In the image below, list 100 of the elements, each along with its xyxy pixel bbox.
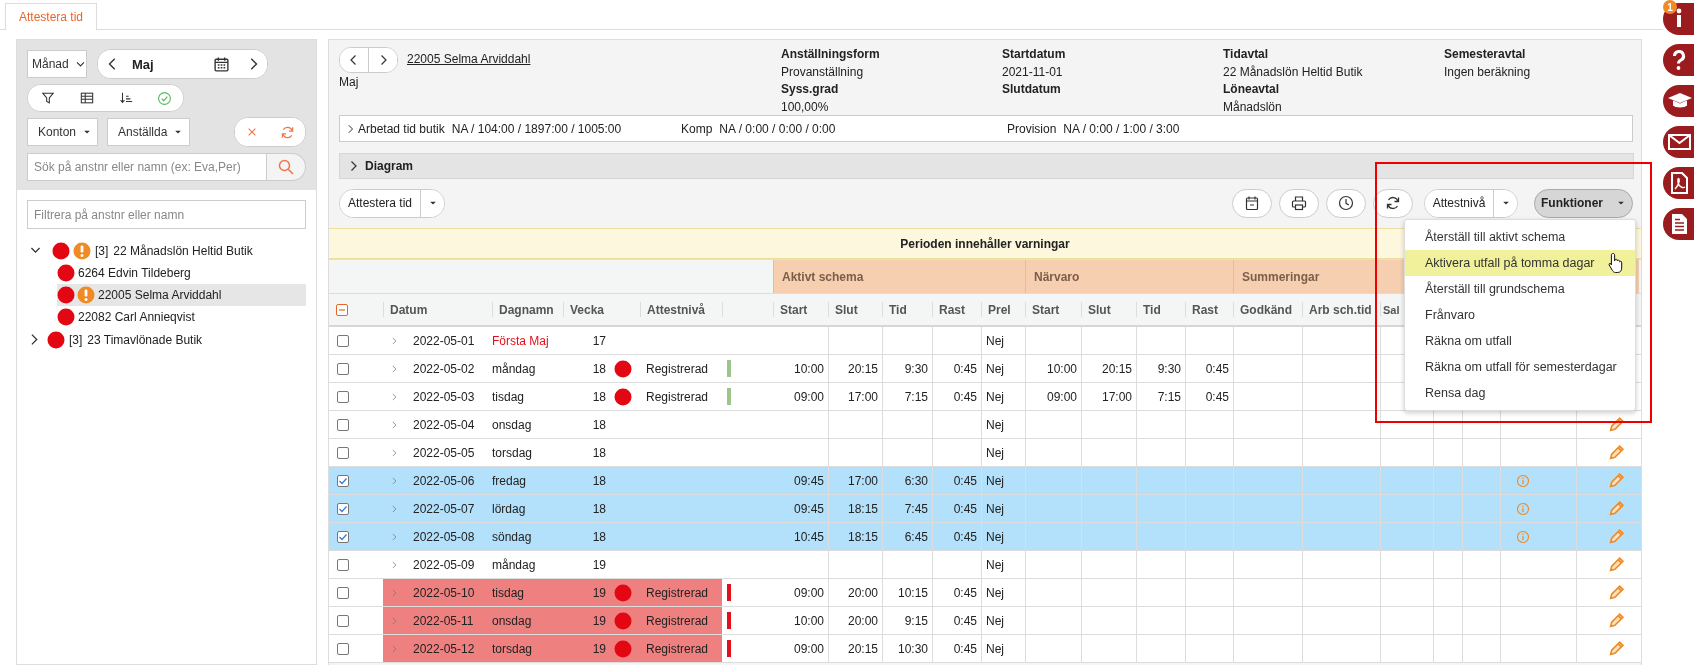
table-cell: 10:45: [793, 529, 824, 544]
notification-badge: 1: [1663, 0, 1677, 14]
column-header[interactable]: Prel: [981, 302, 1025, 317]
employees-dropdown[interactable]: Anställda: [107, 118, 190, 146]
table-cell: 17: [592, 333, 606, 348]
summary-value: NA / 0:00 / 1:00 / 3:00: [1063, 121, 1180, 136]
diagram-header[interactable]: Diagram: [347, 159, 414, 173]
table-cell: Nej: [986, 445, 1004, 460]
summary-label: Provision: [1007, 121, 1057, 136]
table-cell: 09:00: [793, 641, 824, 656]
tree-item[interactable]: 22082 Carl Annieqvist: [78, 310, 195, 324]
table-cell: 2022-05-02: [413, 361, 475, 376]
functions-button[interactable]: Funktioner: [1534, 188, 1633, 218]
table-cell: Nej: [986, 417, 1004, 432]
table-cell: torsdag: [492, 445, 533, 460]
table-cell: 0:45: [1205, 361, 1229, 376]
menu-item[interactable]: Räkna om utfall för semesterdagar: [1405, 354, 1635, 380]
table-cell: 7:45: [904, 501, 928, 516]
column-header[interactable]: Rast: [932, 302, 981, 317]
field-label: Slutdatum: [1002, 81, 1062, 98]
table-cell: 2022-05-07: [413, 501, 475, 516]
table-cell: 6:45: [904, 529, 928, 544]
field-label: Tidavtal: [1223, 46, 1270, 63]
field-label: Semesteravtal: [1444, 46, 1527, 63]
column-header[interactable]: Godkänd: [1233, 302, 1302, 317]
table-cell: 18: [592, 361, 606, 376]
period-type-select[interactable]: Månad: [27, 50, 87, 78]
table-cell: torsdag: [492, 641, 533, 656]
table-cell: 2022-05-03: [413, 389, 475, 404]
table-cell: 10:30: [897, 641, 928, 656]
table-cell: Nej: [986, 529, 1004, 544]
search-field[interactable]: Sök på anstnr eller namn (ex: Eva,Per): [27, 153, 267, 181]
column-header[interactable]: Slut: [828, 302, 882, 317]
table-cell: lördag: [492, 501, 526, 516]
field-label: Syss.grad: [781, 81, 840, 98]
table-cell: 2022-05-12: [413, 641, 475, 656]
field-label: Startdatum: [1002, 46, 1067, 63]
field-value: Provanställning: [781, 63, 865, 81]
table-cell: 7:15: [1157, 389, 1181, 404]
group-name: 23 Timavlönade Butik: [87, 332, 203, 347]
table-cell: 0:45: [953, 641, 977, 656]
table-cell: 09:45: [793, 473, 824, 488]
column-header[interactable]: Arb sch.tid: [1302, 302, 1380, 317]
accounts-dropdown[interactable]: Konton: [27, 118, 98, 146]
employee-link[interactable]: 22005 Selma Arviddahl: [407, 51, 531, 69]
column-header[interactable]: Dagnamn: [492, 302, 563, 317]
column-header[interactable]: Datum: [383, 302, 492, 317]
table-cell: Nej: [986, 473, 1004, 488]
table-cell: 20:00: [847, 585, 878, 600]
menu-item[interactable]: Aktivera utfall på tomma dagar: [1405, 250, 1635, 276]
table-cell: Nej: [986, 389, 1004, 404]
table-cell: 17:00: [1101, 389, 1132, 404]
table-cell: 2022-05-09: [413, 557, 475, 572]
menu-item[interactable]: Rensa dag: [1405, 380, 1635, 406]
table-cell: Nej: [986, 361, 1004, 376]
column-header[interactable]: Vecka: [563, 302, 610, 317]
field-value: Ingen beräkning: [1444, 63, 1532, 81]
column-header[interactable]: Tid: [1136, 302, 1185, 317]
table-cell: 20:15: [847, 641, 878, 656]
table-cell: 9:30: [904, 361, 928, 376]
summary-value: NA / 104:00 / 1897:00 / 1005:00: [451, 121, 622, 136]
table-cell: 2022-05-05: [413, 445, 475, 460]
table-cell: 09:45: [793, 501, 824, 516]
menu-item[interactable]: Återställ till aktivt schema: [1405, 224, 1635, 250]
menu-item[interactable]: Återställ till grundschema: [1405, 276, 1635, 302]
column-header[interactable]: Slut: [1081, 302, 1136, 317]
field-label: Löneavtal: [1223, 81, 1280, 98]
table-cell: 2022-05-01: [413, 333, 475, 348]
table-cell: Nej: [986, 585, 1004, 600]
table-cell: 0:45: [953, 529, 977, 544]
table-cell: 17:00: [847, 473, 878, 488]
table-cell: Registrerad: [646, 389, 709, 404]
table-cell: 18: [592, 445, 606, 460]
table-cell: 0:45: [953, 613, 977, 628]
tree-item[interactable]: 6264 Edvin Tildeberg: [78, 266, 191, 280]
table-cell: 18: [592, 501, 606, 516]
table-cell: 18: [592, 417, 606, 432]
column-header[interactable]: Tid: [882, 302, 932, 317]
group-name: 22 Månadslön Heltid Butik: [113, 243, 253, 258]
table-cell: 0:45: [953, 473, 977, 488]
table-cell: 0:45: [953, 585, 977, 600]
column-header[interactable]: Start: [773, 302, 828, 317]
filter-field[interactable]: Filtrera på anstnr eller namn: [27, 200, 306, 229]
menu-item[interactable]: Räkna om utfall: [1405, 328, 1635, 354]
column-header[interactable]: Rast: [1185, 302, 1233, 317]
menu-item[interactable]: Frånvaro: [1405, 302, 1635, 328]
table-cell: Registrerad: [646, 361, 709, 376]
table-cell: 09:00: [793, 389, 824, 404]
table-cell: Nej: [986, 613, 1004, 628]
table-cell: 0:45: [1205, 389, 1229, 404]
summary-label: Arbetad tid butik: [358, 121, 445, 136]
field-value: Månadslön: [1223, 98, 1283, 116]
table-cell: 19: [592, 585, 606, 600]
table-cell: 20:15: [847, 361, 878, 376]
tree-item[interactable]: [3] 23 Timavlönade Butik: [69, 332, 203, 347]
column-header[interactable]: Start: [1025, 302, 1081, 317]
table-cell: onsdag: [492, 613, 532, 628]
tree-item[interactable]: [3] 22 Månadslön Heltid Butik: [95, 243, 253, 258]
column-header[interactable]: Attestnivå: [640, 302, 722, 317]
table-cell: 17:00: [847, 389, 878, 404]
